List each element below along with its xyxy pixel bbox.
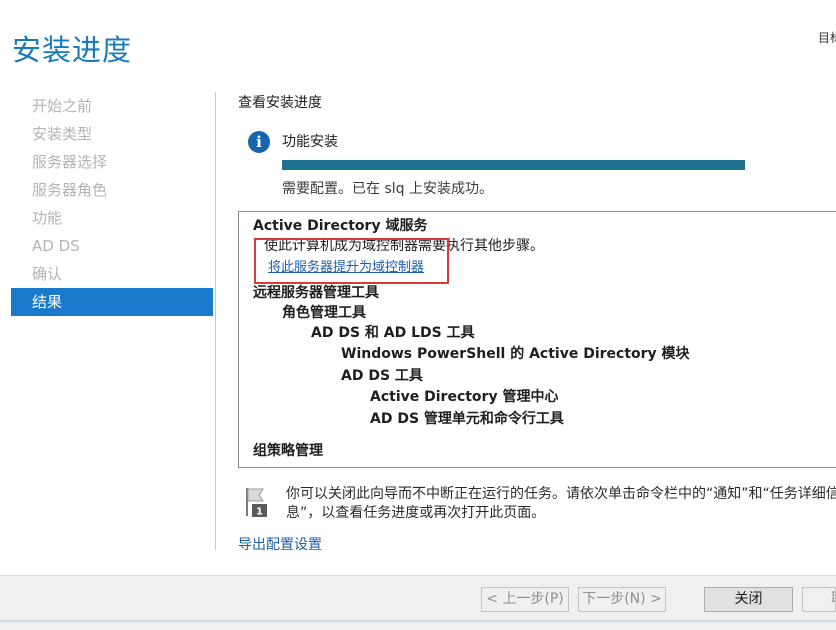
feature-installation-label: 功能安装: [282, 134, 338, 150]
close-button[interactable]: 关闭: [704, 587, 793, 612]
nav-item-results[interactable]: 结果: [11, 288, 213, 316]
progress-fill: [282, 160, 745, 170]
result-snapins: AD DS 管理单元和命令行工具: [370, 411, 564, 427]
installation-status: 需要配置。已在 slq 上安装成功。: [282, 181, 493, 197]
info-icon: i: [248, 131, 270, 153]
export-config-link[interactable]: 导出配置设置: [238, 534, 322, 554]
svg-text:1: 1: [256, 507, 263, 518]
nav-item-server-roles[interactable]: 服务器角色: [11, 176, 213, 204]
result-ad-ds-description: 使此计算机成为域控制器需要执行其他步骤。: [264, 238, 544, 254]
close-wizard-note: 你可以关闭此向导而不中断正在运行的任务。请依次单击命令栏中的“通知”和“任务详细…: [286, 486, 836, 521]
result-ad-ds-title: Active Directory 域服务: [253, 218, 428, 234]
installation-progress-bar: [282, 160, 745, 170]
nav-item-before-you-begin[interactable]: 开始之前: [11, 92, 213, 120]
result-adds-tools: AD DS 工具: [341, 368, 423, 384]
result-rsat: 远程服务器管理工具: [253, 285, 379, 301]
nav-item-features[interactable]: 功能: [11, 204, 213, 232]
target-server-label: 目标: [818, 31, 836, 45]
wizard-nav: 开始之前 安装类型 服务器选择 服务器角色 功能 AD DS 确认 结果: [11, 92, 213, 316]
nav-item-confirmation[interactable]: 确认: [11, 260, 213, 288]
result-powershell-module: Windows PowerShell 的 Active Directory 模块: [341, 346, 690, 362]
result-role-admin-tools: 角色管理工具: [282, 305, 366, 321]
cancel-button[interactable]: 取消: [802, 587, 836, 612]
result-admin-center: Active Directory 管理中心: [370, 389, 559, 405]
result-group-policy: 组策略管理: [253, 443, 323, 459]
result-adds-adlds-tools: AD DS 和 AD LDS 工具: [311, 325, 475, 341]
nav-item-installation-type[interactable]: 安装类型: [11, 120, 213, 148]
notification-flag-icon: 1: [243, 486, 269, 518]
nav-item-server-selection[interactable]: 服务器选择: [11, 148, 213, 176]
nav-item-ad-ds[interactable]: AD DS: [11, 232, 213, 260]
footer-accent-line: [0, 620, 836, 622]
previous-button[interactable]: < 上一步(P): [481, 587, 569, 612]
section-heading: 查看安装进度: [238, 95, 322, 111]
page-title: 安装进度: [12, 33, 133, 67]
promote-to-dc-link[interactable]: 将此服务器提升为域控制器: [268, 256, 424, 275]
vertical-divider: [215, 92, 216, 550]
next-button[interactable]: 下一步(N) >: [578, 587, 666, 612]
